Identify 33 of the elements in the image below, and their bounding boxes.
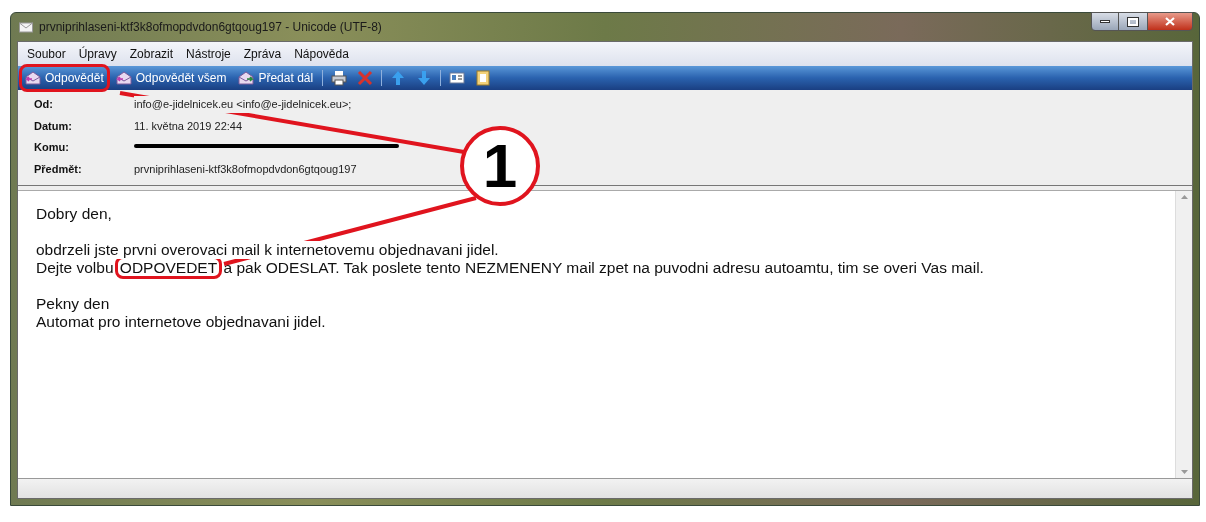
header-value: info@e-jidelnicek.eu <info@e-jidelnicek.eu>; bbox=[134, 96, 352, 113]
contact-card-icon[interactable] bbox=[449, 70, 466, 86]
header-label: Komu: bbox=[34, 140, 70, 155]
close-icon bbox=[1165, 17, 1175, 26]
menu-item[interactable]: Zobrazit bbox=[129, 45, 174, 63]
minimize-button[interactable] bbox=[1091, 12, 1119, 31]
up-arrow-icon[interactable] bbox=[390, 70, 407, 86]
menu-item[interactable]: Nástroje bbox=[186, 45, 231, 63]
body-text: Dejte volbu ODPOVEDET a pak ODESLAT. Tak poslete tento NEZMENENY mail zpet na puvodni adresu autoamtu, tim se overi Vas mail. bbox=[36, 259, 1157, 277]
address-book-icon[interactable] bbox=[475, 70, 492, 86]
menu-item[interactable]: Zpráva bbox=[243, 45, 282, 63]
body-text: Dobry den, bbox=[36, 205, 112, 223]
menu-item[interactable]: Nápověda bbox=[294, 45, 349, 63]
body-text: Pekny den bbox=[36, 295, 110, 313]
header-label: Datum: bbox=[34, 118, 73, 134]
envelope-icon bbox=[115, 70, 132, 86]
envelope-icon bbox=[25, 70, 41, 86]
printer-icon[interactable] bbox=[331, 70, 348, 86]
toolbar-button[interactable]: Odpovědět všem bbox=[112, 67, 230, 89]
body-text: Automat pro internetove objednavani jidel. bbox=[36, 313, 326, 331]
menu-item[interactable]: Úpravy bbox=[78, 45, 117, 63]
down-arrow-icon[interactable] bbox=[416, 70, 433, 86]
body-text: obdrzeli jste prvni overovaci mail k internetovemu objednavani jidel. bbox=[36, 241, 499, 259]
menu-item[interactable]: Soubor bbox=[27, 45, 66, 63]
envelope-icon bbox=[238, 70, 255, 86]
envelope-icon bbox=[19, 21, 33, 33]
window-title: prvniprihlaseni-ktf3k8ofmopdvdon6gtqoug197 - Unicode (UTF-8) bbox=[39, 19, 382, 36]
header-label: Předmět: bbox=[34, 161, 83, 177]
header-label: Od: bbox=[34, 97, 54, 112]
toolbar-button[interactable]: Odpovědět bbox=[22, 67, 107, 89]
toolbar-button[interactable]: Předat dál bbox=[235, 67, 317, 89]
maximize-button[interactable] bbox=[1119, 12, 1147, 31]
close-button[interactable] bbox=[1147, 12, 1193, 31]
